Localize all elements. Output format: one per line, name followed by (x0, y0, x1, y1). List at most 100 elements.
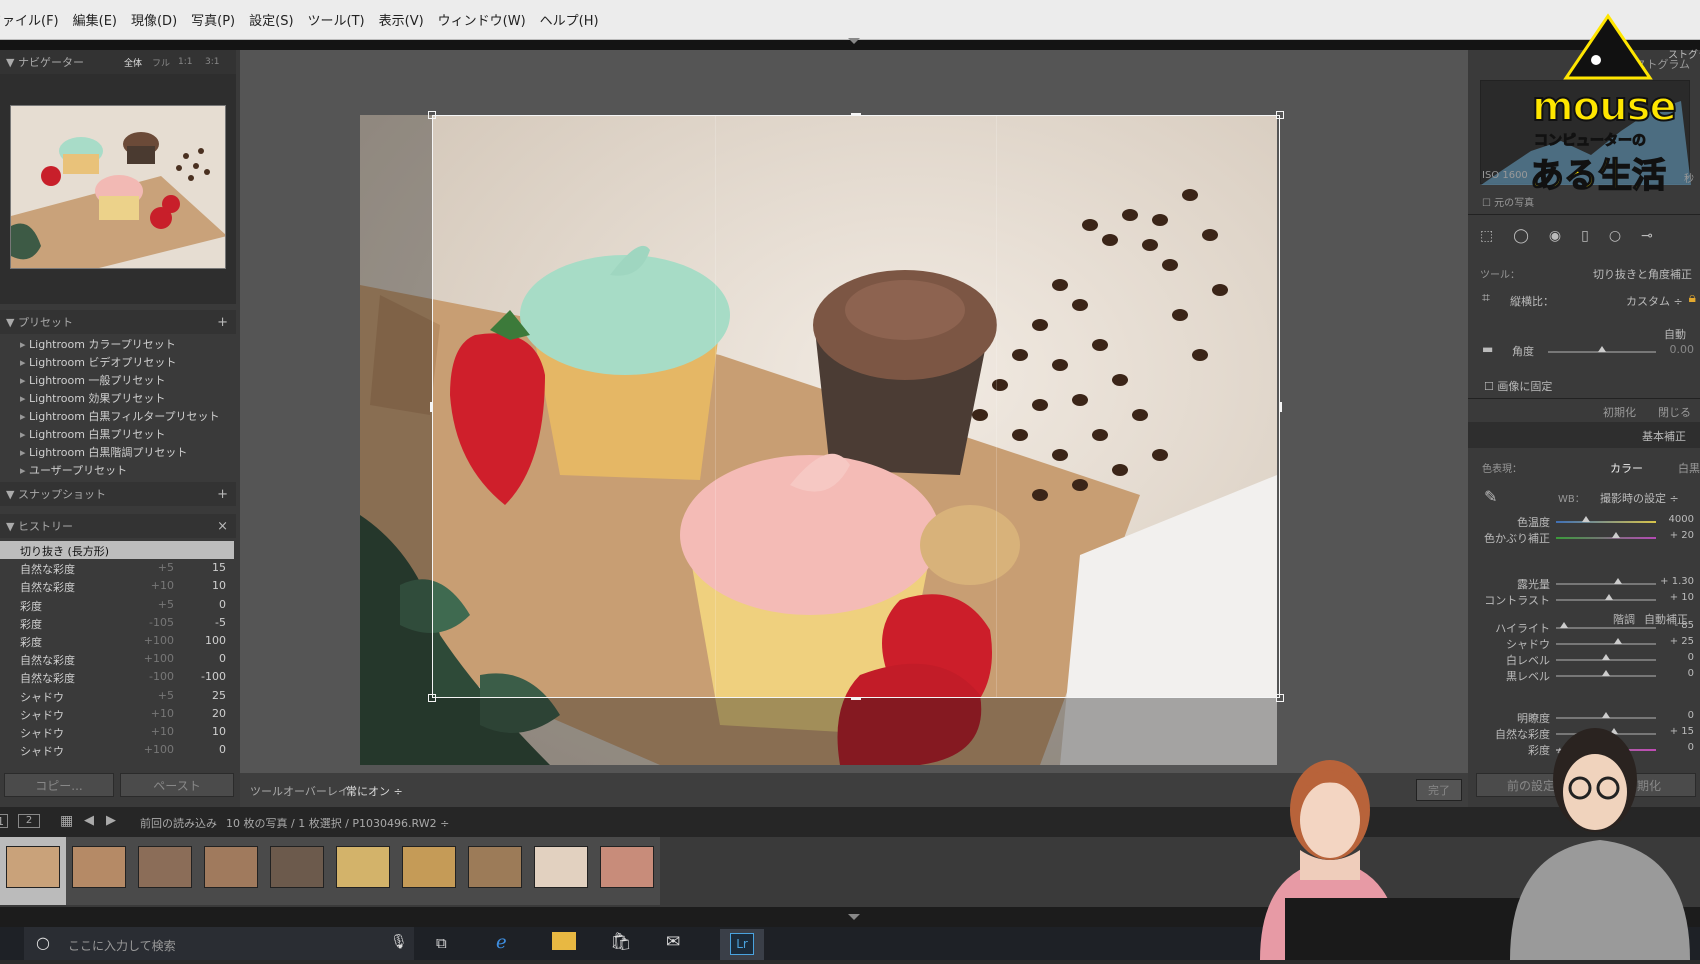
history-item[interactable]: 彩度 -105 -5 (0, 614, 234, 632)
add-snapshot-icon[interactable]: + (217, 487, 228, 502)
history-item[interactable]: シャドウ +10 10 (0, 723, 234, 741)
history-item[interactable]: 自然な彩度 +100 0 (0, 650, 234, 668)
menu-develop[interactable]: 現像(D) (124, 10, 184, 29)
exposure-value[interactable]: + 1.30 (1660, 576, 1694, 587)
history-item[interactable]: シャドウ +100 0 (0, 741, 234, 759)
zoom-1-1[interactable]: 1:1 (178, 57, 192, 67)
filmstrip-thumbnail[interactable] (534, 846, 588, 888)
filmstrip-thumbnail[interactable] (72, 846, 126, 888)
history-item[interactable]: 自然な彩度 -100 -100 (0, 668, 234, 686)
view-1-icon[interactable]: 1 (0, 814, 8, 828)
zoom-fill[interactable]: フル (152, 56, 170, 69)
temp-value[interactable]: 4000 (1669, 514, 1694, 525)
menu-photo[interactable]: 写真(P) (184, 10, 242, 29)
filmstrip-cell[interactable] (528, 837, 594, 905)
history-item[interactable]: 自然な彩度 +10 10 (0, 577, 234, 595)
clear-history-icon[interactable]: × (217, 519, 228, 534)
mail-icon[interactable]: ✉ (666, 932, 680, 952)
tint-slider[interactable] (1556, 537, 1656, 539)
highlights-slider-thumb[interactable] (1560, 622, 1568, 628)
auto-tone-button[interactable]: 自動補正 (1644, 611, 1688, 627)
task-view-icon[interactable]: ⧉ (436, 934, 447, 952)
crop-handle-bottom-right[interactable] (1276, 694, 1284, 702)
view-2-button[interactable]: 2 (18, 814, 40, 828)
menu-view[interactable]: 表示(V) (372, 10, 431, 29)
crop-handle-top-left[interactable] (428, 111, 436, 119)
navigator-header[interactable]: ▼ ナビゲーター 全体 フル 1:1 3:1 (0, 50, 236, 74)
previous-arrow-icon[interactable]: ◀ (84, 813, 94, 828)
filmstrip-cell[interactable] (264, 837, 330, 905)
microphone-icon[interactable]: 🎙︎ (390, 934, 408, 950)
collapse-bottom-icon[interactable] (848, 914, 860, 920)
contrast-slider-thumb[interactable] (1605, 594, 1613, 600)
menu-help[interactable]: ヘルプ(H) (533, 10, 606, 29)
filmstrip-thumbnail[interactable] (270, 846, 324, 888)
grid-view-icon[interactable]: ▦ (60, 813, 73, 829)
history-item[interactable]: シャドウ +10 20 (0, 705, 234, 723)
menu-tools[interactable]: ツール(T) (301, 10, 372, 29)
blacks-slider-thumb[interactable] (1602, 670, 1610, 676)
crop-handle-right[interactable] (1280, 401, 1282, 412)
temp-slider-thumb[interactable] (1582, 516, 1590, 522)
filmstrip-cell[interactable] (132, 837, 198, 905)
filmstrip-cell[interactable] (66, 837, 132, 905)
whites-value[interactable]: 0 (1688, 652, 1694, 663)
done-button[interactable]: 完了 (1416, 779, 1462, 801)
presets-header[interactable]: ▼ プリセット + (0, 310, 236, 334)
preset-item[interactable]: ユーザープリセット (20, 462, 127, 478)
store-icon[interactable]: 🛍︎ (610, 932, 632, 952)
contrast-value[interactable]: + 10 (1670, 592, 1694, 603)
filmstrip-cell[interactable] (198, 837, 264, 905)
filmstrip-cell[interactable] (330, 837, 396, 905)
file-explorer-icon[interactable] (552, 932, 576, 950)
preset-item[interactable]: Lightroom ビデオプリセット (20, 354, 176, 370)
filmstrip-source[interactable]: 前回の読み込み (140, 815, 217, 831)
preset-item[interactable]: Lightroom 一般プリセット (20, 372, 165, 388)
whites-slider-thumb[interactable] (1602, 654, 1610, 660)
zoom-fit[interactable]: 全体 (124, 56, 142, 69)
exposure-slider-thumb[interactable] (1614, 578, 1622, 584)
history-item[interactable]: 彩度 +5 0 (0, 596, 234, 614)
crop-handle-top[interactable] (851, 113, 861, 115)
snapshot-header[interactable]: ▼ スナップショット + (0, 482, 236, 506)
collapse-top-icon[interactable] (848, 38, 860, 44)
blacks-value[interactable]: 0 (1688, 668, 1694, 679)
filmstrip-count[interactable]: 10 枚の写真 / 1 枚選択 / P1030496.RW2 ÷ (226, 815, 449, 831)
history-header[interactable]: ▼ ヒストリー × (0, 514, 236, 538)
lightroom-taskbar-button[interactable]: Lr (720, 929, 764, 960)
preset-item[interactable]: Lightroom 白黒プリセット (20, 426, 165, 442)
paste-settings-button[interactable]: ペースト (120, 773, 234, 797)
preset-item[interactable]: Lightroom 効果プリセット (20, 390, 165, 406)
filmstrip-thumbnail[interactable] (6, 846, 60, 888)
crop-handle-bottom-left[interactable] (428, 694, 436, 702)
menu-window[interactable]: ウィンドウ(W) (431, 10, 533, 29)
shadows-slider-thumb[interactable] (1614, 638, 1622, 644)
filmstrip-cell[interactable] (0, 837, 66, 905)
preset-item[interactable]: Lightroom 白黒フィルタープリセット (20, 408, 220, 424)
filmstrip-cell[interactable] (462, 837, 528, 905)
menu-settings[interactable]: 設定(S) (242, 10, 300, 29)
add-preset-icon[interactable]: + (217, 315, 228, 330)
copy-settings-button[interactable]: コピー... (4, 773, 114, 797)
history-item[interactable]: 自然な彩度 +5 15 (0, 559, 234, 577)
crop-handle-top-right[interactable] (1276, 111, 1284, 119)
crop-handle-bottom[interactable] (851, 698, 861, 700)
filmstrip-thumbnail[interactable] (600, 846, 654, 888)
filmstrip-cell[interactable] (396, 837, 462, 905)
preset-item[interactable]: Lightroom カラープリセット (20, 336, 176, 352)
preset-item[interactable]: Lightroom 白黒階調プリセット (20, 444, 187, 460)
navigator-preview[interactable] (10, 105, 226, 269)
history-item[interactable]: シャドウ +5 25 (0, 687, 234, 705)
filmstrip-cell[interactable] (594, 837, 660, 905)
exposure-slider[interactable] (1556, 583, 1656, 585)
menu-file[interactable]: ファイル(F) (0, 10, 66, 29)
history-item[interactable]: 彩度 +100 100 (0, 632, 234, 650)
shadows-slider[interactable] (1556, 643, 1656, 645)
crop-handle-left[interactable] (430, 401, 432, 412)
tint-value[interactable]: + 20 (1670, 530, 1694, 541)
edge-icon[interactable]: ℯ (496, 932, 507, 953)
filmstrip-thumbnail[interactable] (204, 846, 258, 888)
menu-edit[interactable]: 編集(E) (66, 10, 124, 29)
filmstrip-thumbnail[interactable] (468, 846, 522, 888)
history-item[interactable]: 切り抜き (長方形) (0, 541, 234, 559)
